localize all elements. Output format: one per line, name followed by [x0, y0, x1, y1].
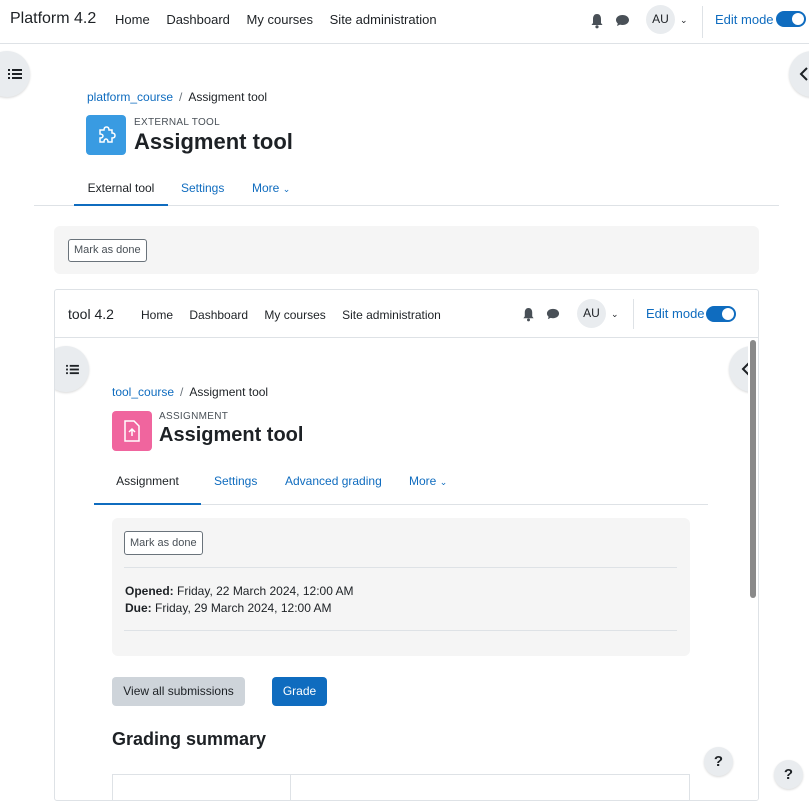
breadcrumb-current: Assigment tool — [188, 90, 268, 104]
tab-assignment[interactable]: Assignment — [94, 463, 201, 505]
inner-navbar: tool 4.2 Home Dashboard My courses Site … — [55, 290, 758, 338]
inner-nav-home[interactable]: Home — [141, 308, 173, 322]
inner-breadcrumb-current: Assigment tool — [189, 385, 269, 399]
inner-breadcrumb-course-link[interactable]: tool_course — [112, 385, 174, 399]
course-index-toggle[interactable] — [0, 51, 30, 97]
secondary-navigation: External tool Settings More ⌄ — [34, 170, 779, 206]
nav-site-administration[interactable]: Site administration — [330, 12, 437, 27]
inner-primary-navigation: Home Dashboard My courses Site administr… — [141, 308, 441, 322]
opened-date: Opened: Friday, 22 March 2024, 12:00 AM — [125, 584, 354, 598]
chevron-down-icon: ⌄ — [439, 477, 448, 487]
primary-navigation: Home Dashboard My courses Site administr… — [115, 12, 450, 27]
opened-value: Friday, 22 March 2024, 12:00 AM — [177, 584, 354, 598]
chevron-down-icon[interactable]: ⌄ — [680, 15, 688, 26]
inner-activity-type: ASSIGNMENT — [159, 411, 229, 422]
list-icon — [65, 364, 79, 374]
nav-dashboard[interactable]: Dashboard — [166, 12, 230, 27]
block-drawer-toggle[interactable] — [789, 51, 809, 97]
puzzle-icon — [86, 115, 126, 155]
table-cell-label: Hidden from students — [112, 774, 291, 800]
navbar-divider — [702, 6, 703, 38]
tab-settings[interactable]: Settings — [181, 170, 224, 206]
chat-icon[interactable] — [546, 307, 560, 321]
assignment-icon — [112, 411, 152, 451]
chevron-down-icon[interactable]: ⌄ — [611, 309, 619, 320]
breadcrumb-course-link[interactable]: platform_course — [87, 90, 173, 104]
inner-nav-dashboard[interactable]: Dashboard — [189, 308, 248, 322]
inner-course-index-toggle[interactable] — [55, 346, 89, 392]
list-icon — [8, 69, 22, 79]
inner-user-avatar[interactable]: AU — [577, 299, 606, 328]
tab-more[interactable]: More ⌄ — [409, 463, 447, 499]
activity-information-area: Mark as done Opened: Friday, 22 March 20… — [112, 518, 690, 656]
edit-mode-label: Edit mode — [715, 12, 774, 27]
mark-as-done-button[interactable]: Mark as done — [68, 239, 147, 262]
tab-more[interactable]: More ⌄ — [252, 170, 290, 206]
tab-settings[interactable]: Settings — [214, 463, 257, 499]
table-row: Hidden from students No — [112, 774, 690, 800]
due-label: Due: — [125, 601, 152, 615]
bell-icon[interactable] — [590, 13, 604, 29]
inner-secondary-navigation: Assignment Settings Advanced grading Mor… — [94, 463, 708, 505]
nav-home[interactable]: Home — [115, 12, 150, 27]
edit-mode-toggle[interactable] — [776, 11, 806, 27]
user-avatar[interactable]: AU — [646, 5, 675, 34]
nav-my-courses[interactable]: My courses — [247, 12, 313, 27]
inner-navbar-divider — [633, 299, 634, 329]
inner-edit-mode-label: Edit mode — [646, 306, 705, 321]
grade-button[interactable]: Grade — [272, 677, 327, 706]
tab-external-tool[interactable]: External tool — [74, 170, 168, 206]
activity-completion-area: Mark as done — [54, 226, 759, 274]
divider — [124, 630, 677, 631]
view-all-submissions-button[interactable]: View all submissions — [112, 677, 245, 706]
table-cell-value: No — [290, 774, 690, 800]
grading-summary-table: Hidden from students No — [112, 774, 690, 800]
activity-type: EXTERNAL TOOL — [134, 117, 220, 128]
site-brand[interactable]: Platform 4.2 — [10, 10, 96, 28]
inner-site-brand[interactable]: tool 4.2 — [68, 306, 114, 322]
external-tool-iframe[interactable]: tool 4.2 Home Dashboard My courses Site … — [54, 289, 759, 801]
chevron-left-icon — [799, 67, 808, 81]
bell-icon[interactable] — [522, 307, 535, 322]
inner-breadcrumb: tool_course / Assigment tool — [112, 385, 269, 399]
tab-advanced-grading[interactable]: Advanced grading — [285, 463, 382, 499]
inner-nav-my-courses[interactable]: My courses — [264, 308, 325, 322]
divider — [124, 567, 677, 568]
inner-page-title: Assigment tool — [159, 424, 304, 446]
page-title: Assigment tool — [134, 129, 293, 154]
tab-more-label: More — [252, 181, 280, 195]
inner-nav-site-administration[interactable]: Site administration — [342, 308, 441, 322]
opened-label: Opened: — [125, 584, 174, 598]
chat-icon[interactable] — [615, 13, 630, 28]
chevron-down-icon: ⌄ — [282, 184, 291, 194]
tab-more-label: More — [409, 474, 437, 488]
inner-mark-as-done-button[interactable]: Mark as done — [124, 531, 203, 555]
due-value: Friday, 29 March 2024, 12:00 AM — [155, 601, 332, 615]
due-date: Due: Friday, 29 March 2024, 12:00 AM — [125, 601, 332, 615]
help-button[interactable]: ? — [774, 760, 803, 789]
iframe-scrollbar-thumb[interactable] — [750, 340, 756, 598]
inner-help-button[interactable]: ? — [704, 747, 733, 776]
breadcrumb: platform_course / Assigment tool — [87, 90, 268, 104]
inner-edit-mode-toggle[interactable] — [706, 306, 736, 322]
top-navbar: Platform 4.2 Home Dashboard My courses S… — [0, 0, 809, 44]
grading-summary-heading: Grading summary — [112, 729, 267, 749]
